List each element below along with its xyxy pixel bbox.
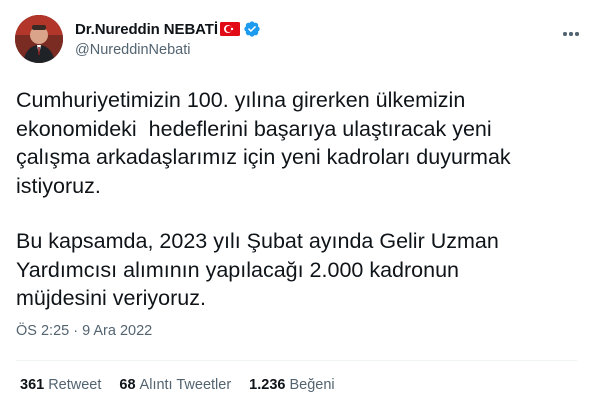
turkey-flag-icon (219, 22, 240, 36)
retweet-count: 361 (20, 377, 45, 393)
author-name-row: Dr.Nureddin NEBATİ (75, 19, 261, 39)
verified-badge-icon (243, 20, 261, 38)
tweet-stats: 361 Retweet 68 Alıntı Tweetler 1.236 Beğ… (20, 377, 353, 393)
avatar[interactable] (15, 15, 63, 63)
more-dot-icon (563, 32, 567, 36)
tweet-text-paragraph-1: Cumhuriyetimizin 100. yılına girerken ül… (16, 88, 511, 198)
retweet-label: Retweet (48, 377, 102, 393)
tweet-timestamp[interactable]: ÖS 2:25 · 9 Ara 2022 (16, 323, 152, 339)
author-display-name[interactable]: Dr.Nureddin NEBATİ (75, 21, 218, 38)
more-options-button[interactable] (556, 22, 586, 46)
divider (16, 360, 577, 361)
like-count: 1.236 (249, 377, 286, 393)
author-handle[interactable]: @NureddinNebati (75, 42, 261, 58)
quote-label: Alıntı Tweetler (139, 377, 232, 393)
retweet-count-link[interactable]: 361 Retweet (20, 377, 101, 393)
like-count-link[interactable]: 1.236 Beğeni (249, 377, 334, 393)
tweet-card: Dr.Nureddin NEBATİ @NureddinNebati Cumhu… (0, 0, 593, 408)
avatar-image (15, 15, 63, 63)
tweet-text-paragraph-2: Bu kapsamda, 2023 yılı Şubat ayında Geli… (16, 229, 499, 310)
more-dot-icon (575, 32, 579, 36)
quote-count-link[interactable]: 68 Alıntı Tweetler (119, 377, 231, 393)
like-label: Beğeni (289, 377, 335, 393)
author-block: Dr.Nureddin NEBATİ @NureddinNebati (75, 19, 261, 58)
quote-count: 68 (119, 377, 136, 393)
more-dot-icon (569, 32, 573, 36)
